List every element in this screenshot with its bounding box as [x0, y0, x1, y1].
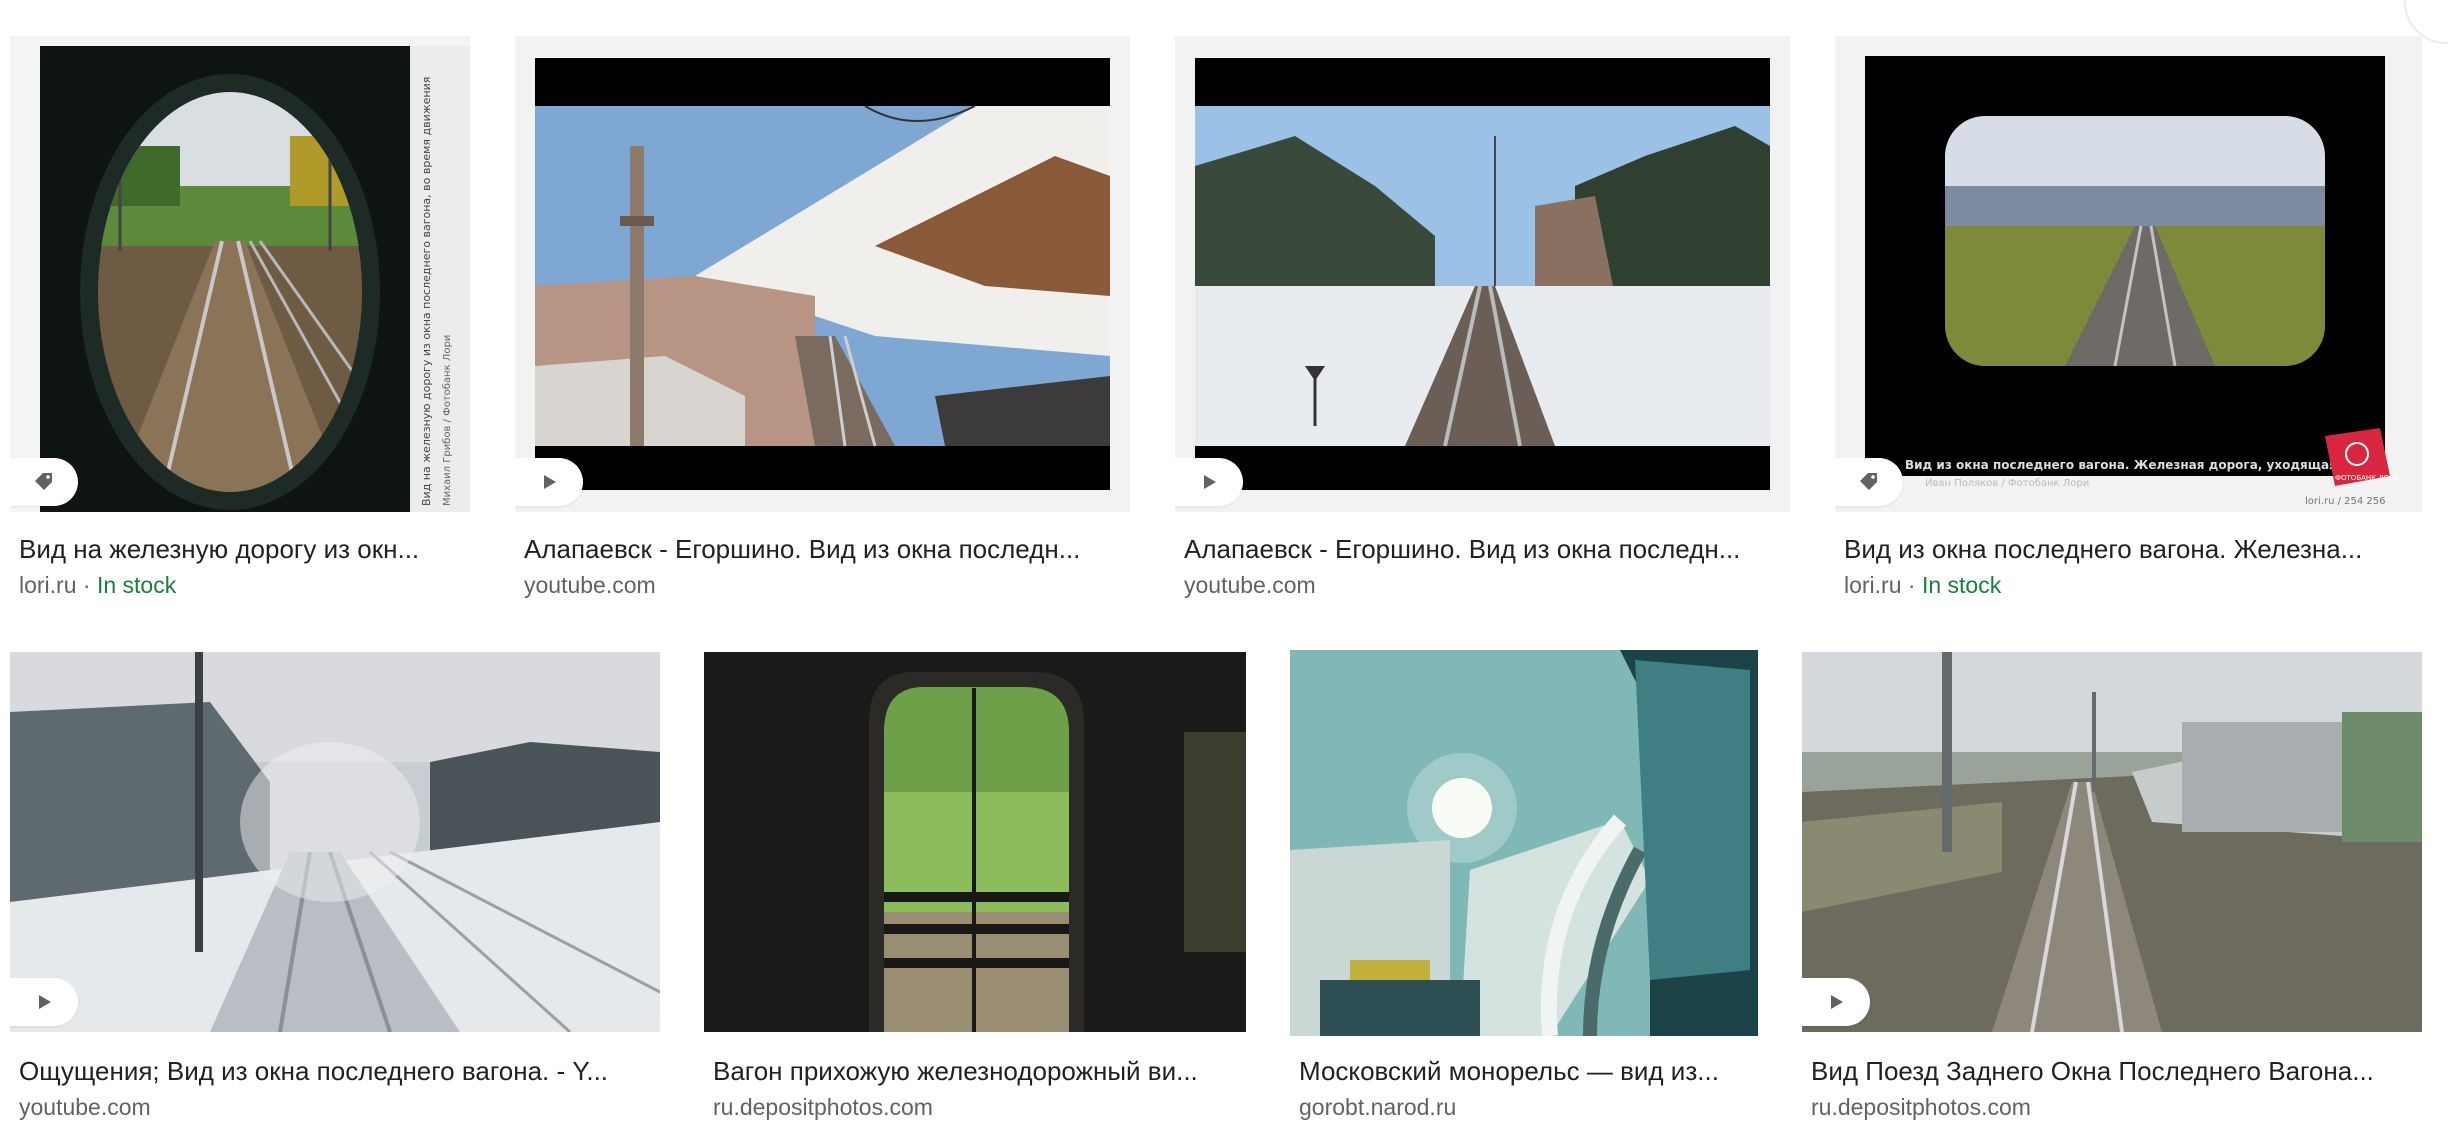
rear-window-tracks-image [1802, 652, 2422, 1032]
result-title[interactable]: Вид Поезд Заднего Окна Последнего Вагона… [1811, 1054, 2421, 1088]
play-badge [10, 978, 78, 1026]
result-thumbnail[interactable]: Вид на железную дорогу из окна последнег… [10, 36, 470, 512]
result-source: youtube.com [1184, 572, 1316, 598]
play-badge [1175, 458, 1243, 506]
snowy-railway-video-frame [515, 36, 1130, 512]
result-title[interactable]: Алапаевск - Егоршино. Вид из окна послед… [524, 532, 1129, 566]
result-card[interactable]: Вид из окна последнего вагона. Железная … [1835, 36, 2422, 616]
result-title[interactable]: Ощущения; Вид из окна последнего вагона.… [19, 1054, 659, 1088]
thumb-credit: Михаил Грибов / Фотобанк Лори [442, 335, 453, 506]
monorail-view-image [1290, 650, 1758, 1036]
result-thumbnail[interactable] [704, 652, 1246, 1032]
separator: · [76, 572, 97, 598]
result-source: youtube.com [19, 1094, 151, 1120]
result-source: lori.ru · In stock [1844, 570, 2001, 600]
result-thumbnail[interactable] [1802, 652, 2422, 1032]
result-thumbnail[interactable] [10, 652, 660, 1032]
result-card[interactable]: Московский монорельс — вид из... gorobt.… [1290, 650, 1758, 1138]
result-card[interactable]: Вагон прихожую железнодорожный ви... ru.… [704, 652, 1246, 1138]
result-thumbnail[interactable] [1290, 650, 1758, 1036]
dark-vestibule-window-image [704, 652, 1246, 1032]
result-card[interactable]: Алапаевск - Егоршино. Вид из окна послед… [515, 36, 1130, 616]
result-source: ru.depositphotos.com [1811, 1094, 2031, 1120]
play-icon [1204, 475, 1216, 489]
in-stock-label: In stock [1921, 572, 2002, 598]
result-title[interactable]: Московский монорельс — вид из... [1299, 1054, 1757, 1088]
tag-icon [1860, 473, 1877, 490]
result-title[interactable]: Вид на железную дорогу из окн... [19, 532, 469, 566]
thumb-credit: Иван Поляков / Фотобанк Лори [1925, 478, 2089, 489]
result-thumbnail[interactable]: Вид из окна последнего вагона. Железная … [1835, 36, 2422, 512]
result-source: gorobt.narod.ru [1299, 1094, 1457, 1120]
winter-track-video-frame [1175, 36, 1790, 512]
lori-logo-text: ФОТОБАНК ЛОРИ [2335, 474, 2399, 482]
result-card[interactable]: Алапаевск - Егоршино. Вид из окна послед… [1175, 36, 1790, 616]
tag-badge [10, 458, 78, 506]
result-thumbnail[interactable] [1175, 36, 1790, 512]
separator: · [1901, 572, 1922, 598]
thumb-caption: Вид из окна последнего вагона. Железная … [1905, 458, 2383, 472]
tag-badge [1835, 458, 1903, 506]
source-domain: lori.ru [1844, 572, 1902, 598]
result-card[interactable]: Вид на железную дорогу из окна последнег… [10, 36, 470, 616]
play-icon [544, 475, 556, 489]
result-card[interactable]: Ощущения; Вид из окна последнего вагона.… [10, 652, 660, 1138]
source-domain: lori.ru [19, 572, 77, 598]
result-title[interactable]: Вагон прихожую железнодорожный ви... [713, 1054, 1245, 1088]
result-source: youtube.com [524, 572, 656, 598]
play-icon [1831, 995, 1843, 1009]
result-source: lori.ru · In stock [19, 570, 176, 600]
play-icon [39, 995, 51, 1009]
window-steppe-railway-image: Вид из окна последнего вагона. Железная … [1835, 36, 2422, 512]
in-stock-label: In stock [96, 572, 177, 598]
thumb-caption: Вид на железную дорогу из окна последнег… [420, 77, 433, 506]
tag-icon [35, 473, 52, 490]
result-thumbnail[interactable] [515, 36, 1130, 512]
play-badge [515, 458, 583, 506]
result-title[interactable]: Вид из окна последнего вагона. Железна..… [1844, 532, 2421, 566]
train-window-oval-image: Вид на железную дорогу из окна последнег… [10, 36, 470, 512]
result-card[interactable]: Вид Поезд Заднего Окна Последнего Вагона… [1802, 652, 2422, 1138]
result-title[interactable]: Алапаевск - Егоршино. Вид из окна послед… [1184, 532, 1789, 566]
play-badge [1802, 978, 1870, 1026]
snowstorm-railway-video-frame [10, 652, 660, 1032]
result-source: ru.depositphotos.com [713, 1094, 933, 1120]
thumb-id: lori.ru / 254 256 [2305, 496, 2386, 507]
